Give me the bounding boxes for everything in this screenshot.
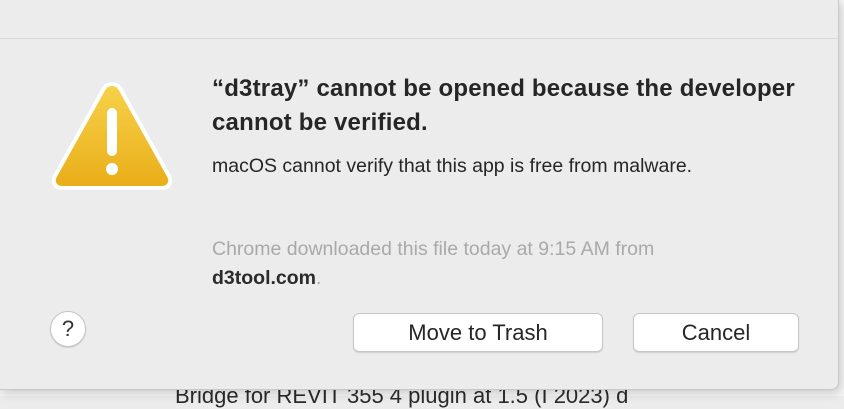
help-question-icon: ? <box>62 316 74 342</box>
warning-triangle-icon <box>50 80 174 192</box>
download-source-domain: d3tool.com <box>212 267 316 289</box>
download-source-prefix: Chrome downloaded this file today at 9:1… <box>212 238 654 260</box>
dialog-title: “d3tray” cannot be opened because the de… <box>212 72 812 140</box>
move-to-trash-button[interactable]: Move to Trash <box>353 313 603 352</box>
download-source-text: Chrome downloaded this file today at 9:1… <box>212 235 812 293</box>
dialog-divider <box>0 38 838 39</box>
security-alert-dialog: “d3tray” cannot be opened because the de… <box>0 0 839 390</box>
move-to-trash-label: Move to Trash <box>408 320 547 346</box>
cancel-label: Cancel <box>682 320 750 346</box>
dialog-message: macOS cannot verify that this app is fre… <box>212 152 812 181</box>
help-button[interactable]: ? <box>50 311 86 347</box>
cancel-button[interactable]: Cancel <box>633 313 799 352</box>
download-source-suffix: . <box>316 267 321 289</box>
